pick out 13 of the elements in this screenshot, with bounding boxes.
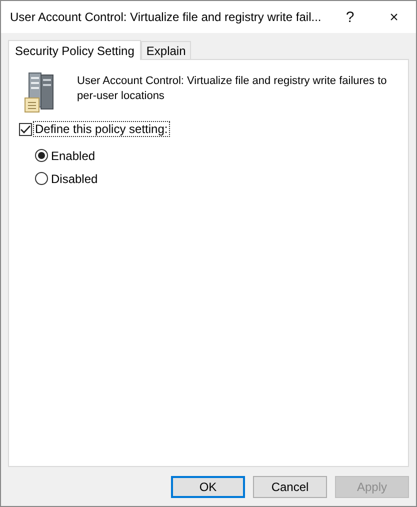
tab[interactable]: Explain: [141, 41, 191, 59]
dialog-button[interactable]: Cancel: [253, 476, 327, 498]
window-title: User Account Control: Virtualize file and registry write fail...: [10, 10, 322, 24]
radio-option[interactable]: Disabled: [35, 172, 98, 186]
tab[interactable]: Security Policy Setting: [8, 40, 142, 60]
dialog-button[interactable]: OK: [171, 476, 245, 498]
checkbox[interactable]: [19, 122, 32, 136]
define-policy-checkbox[interactable]: Define this policy setting:: [19, 122, 169, 136]
checkmark-icon: [20, 124, 31, 134]
policy-name: User Account Control: Virtualize file and registry write failures to per-user locations: [77, 74, 388, 104]
radio-circle[interactable]: [35, 172, 48, 185]
radio-option[interactable]: Enabled: [35, 148, 96, 162]
radio-circle[interactable]: [35, 149, 48, 162]
